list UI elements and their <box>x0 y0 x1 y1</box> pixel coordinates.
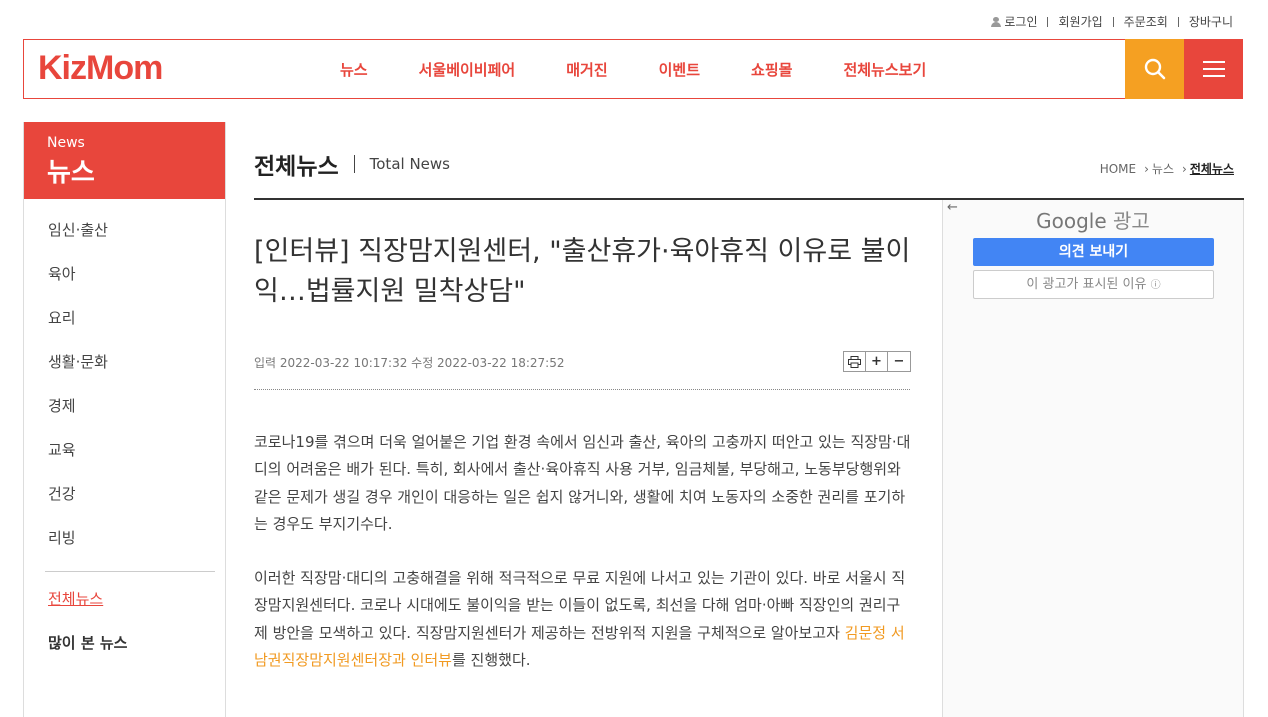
font-decrease-button[interactable]: − <box>888 352 910 371</box>
paragraph-text: 이러한 직장맘·대디의 고충해결을 위해 적극적으로 무료 지원에 나서고 있는… <box>254 569 906 642</box>
ad-label-text: 광고 <box>1113 209 1150 233</box>
breadcrumb-home[interactable]: HOME <box>1100 162 1136 176</box>
site-logo[interactable]: KizMom <box>38 49 163 88</box>
site-header: KizMom 뉴스 서울베이비페어 매거진 이벤트 쇼핑몰 전체뉴스보기 <box>23 39 1243 99</box>
print-button[interactable] <box>844 352 866 371</box>
article-paragraph: 코로나19를 겪으며 더욱 얼어붙은 기업 환경 속에서 임신과 출산, 육아의… <box>254 433 911 533</box>
nav-magazine[interactable]: 매거진 <box>566 59 607 80</box>
nav-shop[interactable]: 쇼핑몰 <box>751 59 792 80</box>
menu-button[interactable] <box>1184 39 1243 99</box>
search-button[interactable] <box>1125 39 1184 99</box>
article-meta: 입력 2022-03-22 10:17:32 수정 2022-03-22 18:… <box>254 356 565 370</box>
sidebar-item-cooking[interactable]: 요리 <box>48 307 225 351</box>
sidebar-item-all-news[interactable]: 전체뉴스 <box>48 588 225 632</box>
sidebar-divider <box>45 571 215 572</box>
nav-news[interactable]: 뉴스 <box>340 59 368 80</box>
sidebar-item-health[interactable]: 건강 <box>48 483 225 527</box>
sidebar-title-ko: 뉴스 <box>47 158 95 188</box>
sidebar: News 뉴스 임신·출산 육아 요리 생활·문화 경제 교육 건강 리빙 전체… <box>23 122 226 717</box>
sidebar-menu: 임신·출산 육아 요리 생활·문화 경제 교육 건강 리빙 전체뉴스 많이 본 … <box>24 199 225 676</box>
article-headline: [인터뷰] 직장맘지원센터, "출산휴가·육아휴직 이유로 불이익…법률지원 밀… <box>254 236 911 307</box>
send-feedback-button[interactable]: 의견 보내기 <box>973 238 1214 266</box>
google-logo: Google <box>1036 209 1107 233</box>
why-this-ad-button[interactable]: 이 광고가 표시된 이유 ⓘ <box>973 270 1214 299</box>
title-divider <box>353 155 355 173</box>
why-this-ad-label: 이 광고가 표시된 이유 <box>1026 277 1147 292</box>
cart-link[interactable]: 장바구니 <box>1189 13 1233 30</box>
breadcrumb-news[interactable]: 뉴스 <box>1152 160 1174 177</box>
divider <box>1112 16 1114 27</box>
article-paragraph: 이러한 직장맘·대디의 고충해결을 위해 적극적으로 무료 지원에 나서고 있는… <box>254 565 914 674</box>
hamburger-icon <box>1202 61 1225 77</box>
paragraph-text: 를 진행했다. <box>451 651 531 670</box>
page-title-ko: 전체뉴스 <box>254 154 339 180</box>
article-body: 코로나19를 겪으며 더욱 얼어붙은 기업 환경 속에서 임신과 출산, 육아의… <box>254 429 914 701</box>
ad-label: Google 광고 <box>943 205 1243 234</box>
main-nav: 뉴스 서울베이비페어 매거진 이벤트 쇼핑몰 전체뉴스보기 <box>340 40 977 98</box>
search-icon <box>1144 58 1165 80</box>
nav-babyfair[interactable]: 서울베이비페어 <box>419 59 516 80</box>
sidebar-item-parenting[interactable]: 육아 <box>48 263 225 307</box>
divider <box>1177 16 1179 27</box>
nav-all-news[interactable]: 전체뉴스보기 <box>843 59 926 80</box>
ad-panel: ← Google 광고 의견 보내기 이 광고가 표시된 이유 ⓘ <box>942 200 1244 717</box>
print-icon <box>848 355 861 368</box>
sidebar-header: News 뉴스 <box>24 122 225 199</box>
divider <box>1047 16 1049 27</box>
utility-bar: 로그인 회원가입 주문조회 장바구니 <box>991 13 1233 30</box>
signup-link[interactable]: 회원가입 <box>1058 13 1102 30</box>
sidebar-title-en: News <box>47 135 85 151</box>
meta-divider <box>254 389 910 390</box>
sidebar-item-popular[interactable]: 많이 본 뉴스 <box>48 632 225 676</box>
chevron-right-icon: › <box>1144 161 1149 176</box>
page-title: 전체뉴스 Total News <box>254 147 450 181</box>
sidebar-item-education[interactable]: 교육 <box>48 439 225 483</box>
login-link[interactable]: 로그인 <box>1004 13 1037 30</box>
page-title-en: Total News <box>369 155 450 173</box>
sidebar-item-lifestyle[interactable]: 생활·문화 <box>48 351 225 395</box>
chevron-right-icon: › <box>1182 161 1187 176</box>
sidebar-item-economy[interactable]: 경제 <box>48 395 225 439</box>
orders-link[interactable]: 주문조회 <box>1124 13 1168 30</box>
nav-event[interactable]: 이벤트 <box>659 59 700 80</box>
sidebar-item-living[interactable]: 리빙 <box>48 527 225 571</box>
article-tools: + − <box>843 351 911 372</box>
info-icon: ⓘ <box>1150 280 1161 291</box>
person-icon <box>991 16 1002 27</box>
breadcrumb: HOME › 뉴스 › 전체뉴스 <box>1100 160 1234 177</box>
font-increase-button[interactable]: + <box>866 352 888 371</box>
breadcrumb-current[interactable]: 전체뉴스 <box>1190 160 1234 177</box>
sidebar-item-pregnancy[interactable]: 임신·출산 <box>48 219 225 263</box>
